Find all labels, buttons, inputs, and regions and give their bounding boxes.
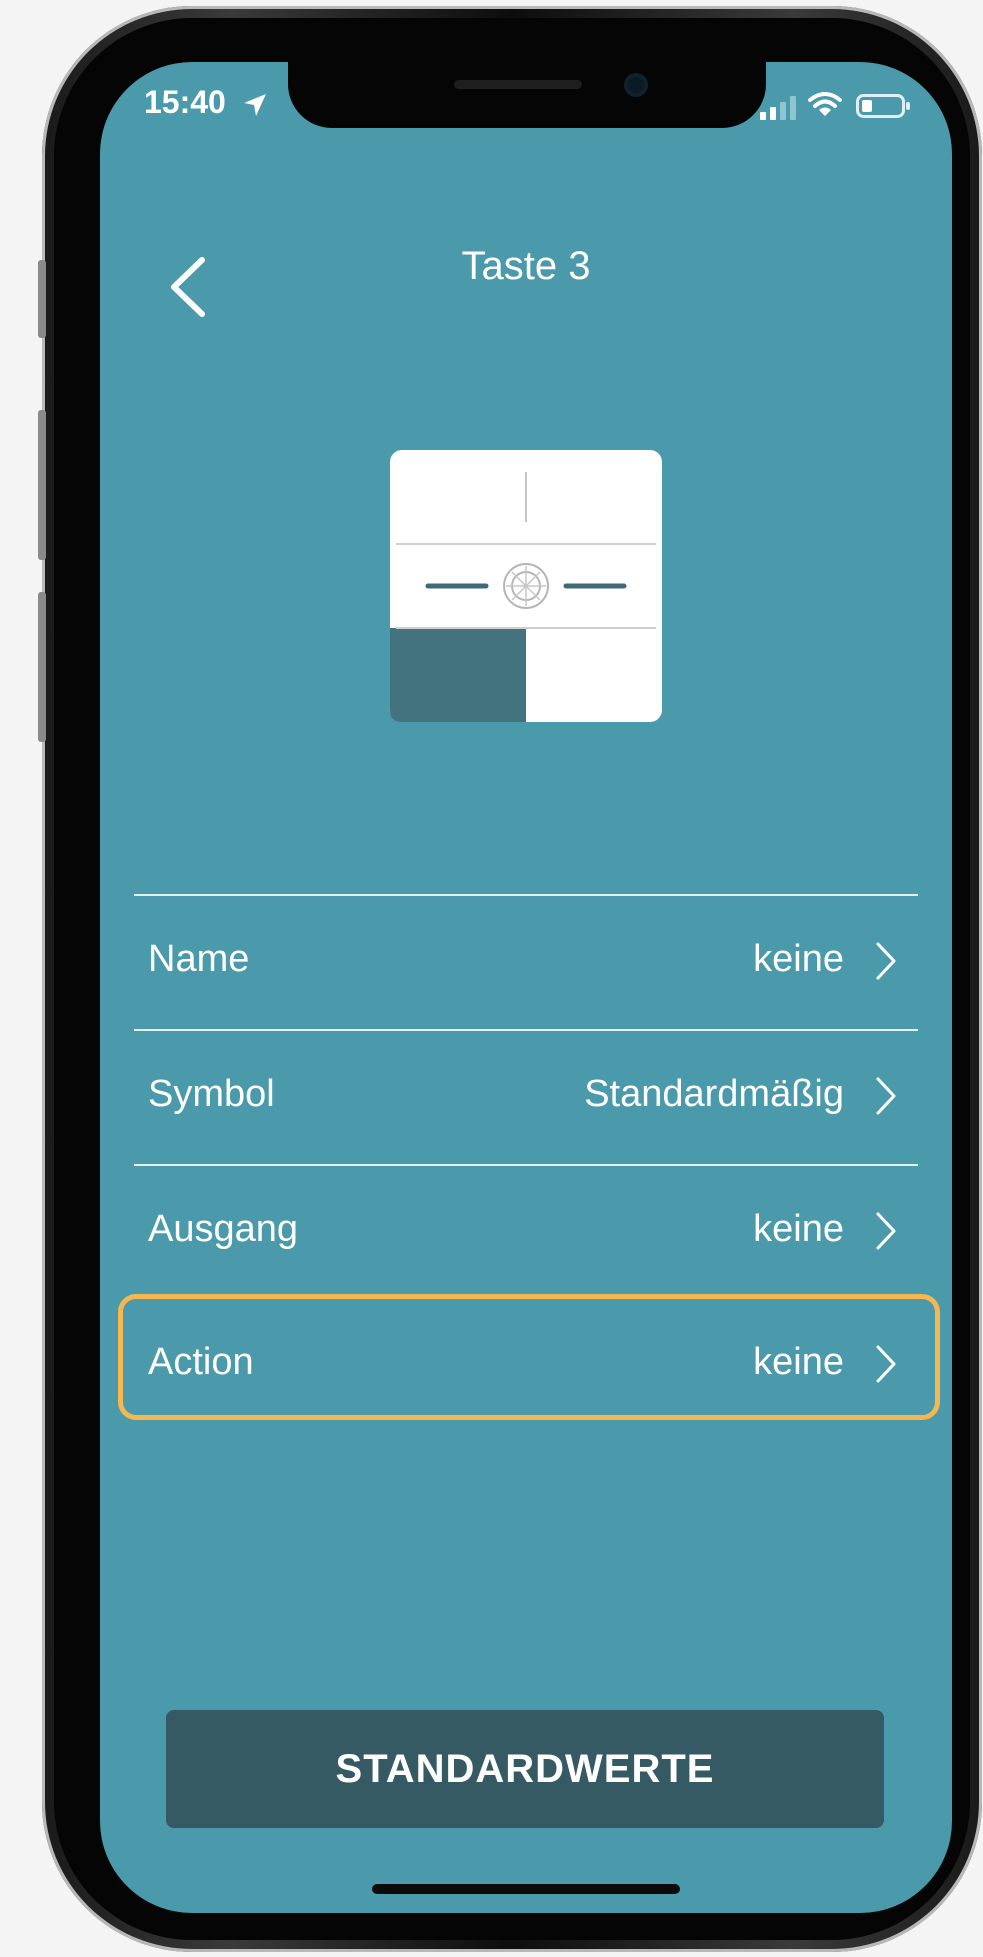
- setting-row-symbol[interactable]: Symbol Standardmäßig: [134, 1031, 918, 1164]
- setting-label: Name: [148, 938, 250, 980]
- notch: [288, 62, 766, 128]
- cellular-signal-icon: [760, 96, 796, 120]
- wifi-icon: [808, 92, 842, 116]
- chevron-right-icon: [876, 1345, 896, 1383]
- setting-row-ausgang[interactable]: Ausgang keine: [134, 1166, 918, 1299]
- setting-row-name[interactable]: Name keine: [134, 896, 918, 1029]
- setting-label: Action: [148, 1341, 254, 1383]
- phone-volume-down: [38, 592, 46, 742]
- setting-label: Symbol: [148, 1073, 275, 1115]
- setting-value: keine: [753, 1341, 844, 1383]
- chevron-right-icon: [876, 1212, 896, 1250]
- earpiece-speaker: [454, 80, 582, 89]
- standardwerte-button[interactable]: STANDARDWERTE: [166, 1710, 884, 1828]
- front-camera: [624, 73, 648, 97]
- settings-list: Name keine Symbol Standardmäßig Ausgang …: [118, 894, 940, 1432]
- chevron-right-icon: [876, 942, 896, 980]
- phone-mute-switch: [38, 260, 46, 338]
- setting-value: keine: [753, 938, 844, 980]
- battery-icon: [856, 94, 910, 118]
- phone-volume-up: [38, 410, 46, 560]
- setting-row-action[interactable]: Action keine: [134, 1299, 918, 1432]
- setting-label: Ausgang: [148, 1208, 299, 1250]
- app-screen: 15:40 Taste 3 Name keine Symbol Standard…: [100, 62, 952, 1913]
- setting-value: keine: [753, 1208, 844, 1250]
- selected-key-highlight: [390, 628, 526, 722]
- setting-value: Standardmäßig: [584, 1073, 844, 1115]
- status-time: 15:40: [144, 84, 226, 120]
- chevron-right-icon: [876, 1077, 896, 1115]
- home-indicator[interactable]: [372, 1884, 680, 1894]
- switch-preview-image: [390, 450, 662, 722]
- location-arrow-icon: [244, 94, 266, 116]
- page-title: Taste 3: [461, 244, 591, 288]
